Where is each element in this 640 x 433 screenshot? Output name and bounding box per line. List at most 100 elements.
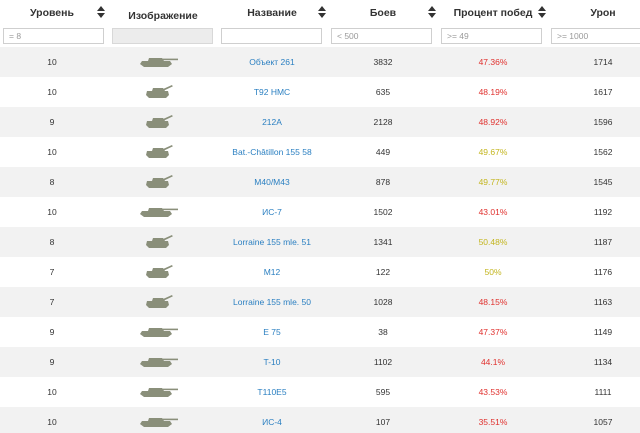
name-filter-input[interactable] [221, 28, 322, 44]
damage-cell: 1111 [594, 387, 612, 397]
damage-cell: 1562 [593, 147, 613, 157]
image-filter-input [112, 28, 213, 44]
winrate-cell: 50.48% [478, 237, 508, 247]
tier-cell: 10 [47, 57, 57, 67]
vehicle-name-link[interactable]: T-10 [220, 347, 324, 377]
table-row: 7 M12 122 50% 1176 [0, 257, 640, 287]
tier-cell: 10 [47, 147, 57, 157]
winrate-cell: 35.51% [478, 417, 508, 427]
table-row: 9 212A 2128 48.92% 1596 [0, 107, 640, 137]
winrate-cell: 44.1% [480, 357, 506, 367]
table-row: 9 E 75 38 47.37% 1149 [0, 317, 640, 347]
sort-icon[interactable] [428, 6, 436, 18]
damage-cell: 1545 [593, 177, 613, 187]
tier-cell: 9 [49, 327, 55, 337]
tier-cell: 8 [49, 237, 55, 247]
tank-heavy-icon [107, 197, 211, 227]
damage-cell: 1714 [593, 57, 613, 67]
winrate-cell: 50% [484, 267, 502, 277]
damage-cell: 1057 [593, 417, 613, 427]
tier-cell: 10 [47, 417, 57, 427]
table-row: 10 ИС-4 107 35.51% 1057 [0, 407, 640, 433]
vehicle-name-link[interactable]: M12 [220, 257, 324, 287]
table-row: 9 T-10 1102 44.1% 1134 [0, 347, 640, 377]
battles-cell: 2128 [373, 117, 393, 127]
column-header-label: Изображение [128, 10, 198, 22]
vehicle-name-link[interactable]: T92 HMC [220, 77, 324, 107]
tier-filter-input[interactable] [3, 28, 104, 44]
table-row: 10 Bat.-Châtillon 155 58 449 49.67% 1562 [0, 137, 640, 167]
column-header-label: Уровень [30, 7, 74, 19]
sort-icon[interactable] [97, 6, 105, 18]
vehicle-name-link[interactable]: Объект 261 [220, 47, 324, 77]
table-row: 10 T110E5 595 43.53% 1111 [0, 377, 640, 407]
battles-cell: 878 [375, 177, 391, 187]
table-row: 10 ИС-7 1502 43.01% 1192 [0, 197, 640, 227]
table-row: 10 Объект 261 3832 47.36% 1714 [0, 47, 640, 77]
damage-cell: 1617 [593, 87, 613, 97]
tier-cell: 10 [47, 387, 57, 397]
vehicle-name-link[interactable]: E 75 [220, 317, 324, 347]
column-header-name[interactable]: Название [220, 0, 324, 26]
battles-cell: 1341 [373, 237, 393, 247]
vehicle-name-link[interactable]: Bat.-Châtillon 155 58 [220, 137, 324, 167]
spg-icon [107, 287, 211, 317]
winrate-cell: 48.19% [478, 87, 508, 97]
sort-icon[interactable] [318, 6, 326, 18]
damage-cell: 1176 [593, 267, 613, 277]
table-header: Уровень Изображение Название Боев Процен… [0, 0, 640, 26]
column-header-label: Название [247, 7, 297, 19]
sort-icon[interactable] [538, 6, 546, 18]
spg-icon [107, 107, 211, 137]
battles-cell: 449 [375, 147, 391, 157]
winrate-cell: 48.92% [478, 117, 508, 127]
winrate-cell: 47.36% [478, 57, 508, 67]
table-row: 7 Lorraine 155 mle. 50 1028 48.15% 1163 [0, 287, 640, 317]
tank-heavy-icon [107, 47, 211, 77]
battles-cell: 1028 [373, 297, 393, 307]
column-header-battles[interactable]: Боев [331, 0, 435, 26]
winrate-cell: 47.37% [478, 327, 508, 337]
battles-cell: 3832 [373, 57, 393, 67]
battles-filter-input[interactable] [331, 28, 432, 44]
tank-heavy-icon [107, 347, 211, 377]
tier-cell: 9 [49, 117, 55, 127]
column-header-tier[interactable]: Уровень [0, 0, 104, 26]
spg-icon [107, 257, 211, 287]
winrate-filter-input[interactable] [441, 28, 542, 44]
winrate-cell: 48.15% [478, 297, 508, 307]
battles-cell: 595 [375, 387, 391, 397]
tier-cell: 10 [47, 87, 57, 97]
vehicle-name-link[interactable]: Lorraine 155 mle. 51 [220, 227, 324, 257]
table-row: 10 T92 HMC 635 48.19% 1617 [0, 77, 640, 107]
damage-cell: 1596 [593, 117, 613, 127]
vehicle-name-link[interactable]: 212A [220, 107, 324, 137]
damage-filter-input[interactable] [551, 28, 640, 44]
spg-icon [107, 137, 211, 167]
vehicle-name-link[interactable]: M40/M43 [220, 167, 324, 197]
filter-row [0, 26, 640, 46]
damage-cell: 1134 [593, 357, 613, 367]
column-header-winrate[interactable]: Процент побед [441, 0, 545, 26]
tier-cell: 9 [49, 357, 55, 367]
vehicle-name-link[interactable]: ИС-7 [220, 197, 324, 227]
column-header-damage[interactable]: Урон [551, 0, 640, 26]
tank-heavy-icon [107, 407, 211, 433]
vehicle-stats-table: Уровень Изображение Название Боев Процен… [0, 0, 640, 433]
table-row: 8 Lorraine 155 mle. 51 1341 50.48% 1187 [0, 227, 640, 257]
winrate-cell: 43.01% [478, 207, 508, 217]
tank-heavy-icon [107, 377, 211, 407]
column-header-label: Процент побед [453, 7, 533, 19]
winrate-cell: 49.67% [478, 147, 508, 157]
vehicle-name-link[interactable]: Lorraine 155 mle. 50 [220, 287, 324, 317]
vehicle-name-link[interactable]: ИС-4 [220, 407, 324, 433]
battles-cell: 38 [378, 327, 388, 337]
tank-heavy-icon [107, 317, 211, 347]
damage-cell: 1187 [593, 237, 613, 247]
vehicle-name-link[interactable]: T110E5 [220, 377, 324, 407]
tier-cell: 7 [49, 297, 55, 307]
column-header-label: Урон [590, 7, 616, 19]
winrate-cell: 49.77% [478, 177, 508, 187]
table-row: 8 M40/M43 878 49.77% 1545 [0, 167, 640, 197]
damage-cell: 1192 [593, 207, 613, 217]
